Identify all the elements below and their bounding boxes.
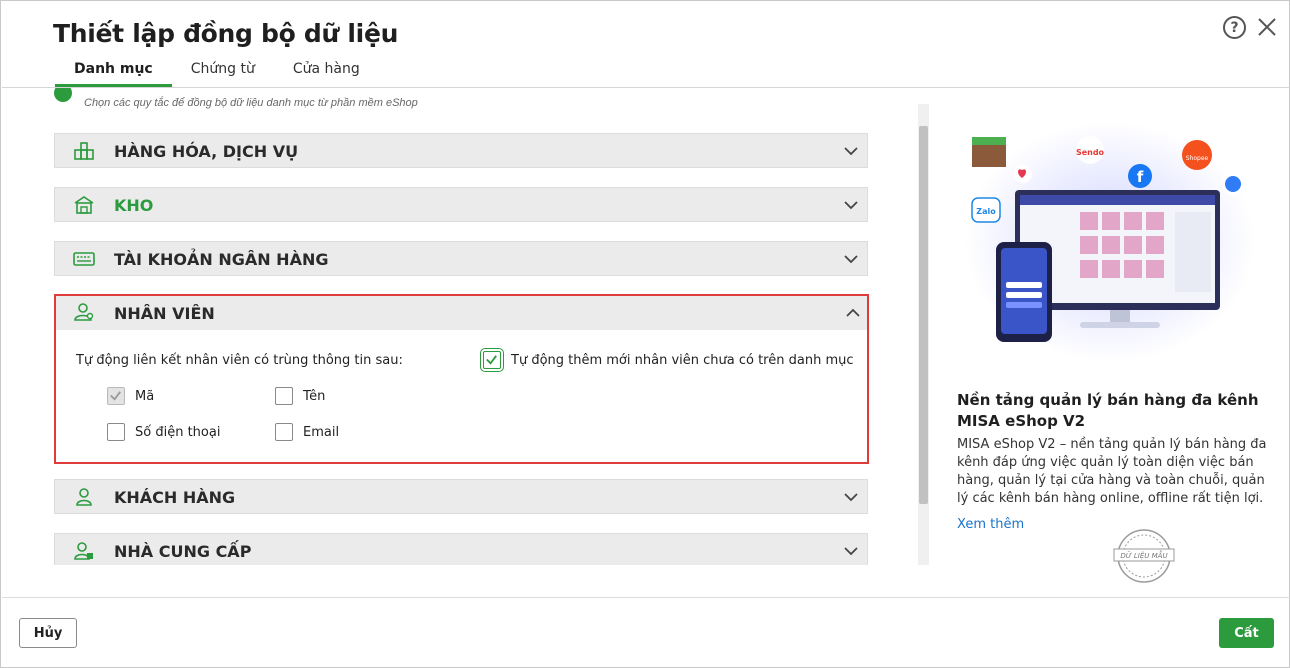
section-bank[interactable]: TÀI KHOẢN NGÂN HÀNG <box>54 241 868 276</box>
section-goods-label: HÀNG HÓA, DỊCH VỤ <box>114 142 299 161</box>
bank-card-icon <box>73 252 95 266</box>
help-icon[interactable]: ? <box>1223 16 1246 39</box>
scrollbar[interactable] <box>918 104 929 565</box>
section-bank-label: TÀI KHOẢN NGÂN HÀNG <box>114 250 329 269</box>
chevron-down-icon[interactable] <box>843 489 859 505</box>
chevron-down-icon[interactable] <box>843 143 859 159</box>
stamp-text: DỮ LIỆU MẪU <box>1120 550 1167 560</box>
footer-divider <box>2 597 1290 598</box>
customer-icon <box>76 488 92 506</box>
tab-catalog[interactable]: Danh mục <box>55 57 172 87</box>
match-phone-label: Số điện thoại <box>135 425 221 440</box>
section-employee-label: NHÂN VIÊN <box>114 304 215 323</box>
scrollbar-thumb[interactable] <box>919 126 928 504</box>
sendo-logo: Sendo <box>1076 148 1105 157</box>
match-code-label: Mã <box>135 389 155 404</box>
hint-text: Chọn các quy tắc để đồng bộ dữ liệu danh… <box>84 97 418 109</box>
read-more-link[interactable]: Xem thêm <box>957 517 1024 532</box>
section-employee-header[interactable]: NHÂN VIÊN <box>56 296 867 330</box>
section-employee: NHÂN VIÊN Tự động liên kết nhân viên có … <box>54 294 869 464</box>
facebook-logo: f <box>1137 168 1144 186</box>
auto-add-checkbox[interactable] <box>480 348 504 372</box>
match-phone-checkbox[interactable] <box>107 423 125 441</box>
match-email-checkbox[interactable] <box>275 423 293 441</box>
employee-icon <box>74 303 94 321</box>
zalo-logo: Zalo <box>976 207 996 216</box>
auto-link-label: Tự động liên kết nhân viên có trùng thôn… <box>76 353 403 368</box>
match-name-label: Tên <box>303 389 326 404</box>
promo-title: Nền tảng quản lý bán hàng đa kênh MISA e… <box>957 391 1259 430</box>
sync-settings-dialog: Thiết lập đồng bộ dữ liệu ? Danh mục Chứ… <box>0 0 1290 668</box>
match-email-label: Email <box>303 425 340 440</box>
close-icon[interactable] <box>1255 15 1279 39</box>
promo-panel: Sendo Shopee f Zalo Nền tảng quản lý bán… <box>930 104 1280 583</box>
warehouse-icon <box>74 196 94 214</box>
section-warehouse-label: KHO <box>114 196 154 215</box>
check-icon <box>110 391 121 401</box>
chevron-down-icon[interactable] <box>843 543 859 559</box>
section-warehouse[interactable]: KHO <box>54 187 868 222</box>
dialog-title: Thiết lập đồng bộ dữ liệu <box>53 19 399 48</box>
save-button[interactable]: Cất <box>1219 618 1274 648</box>
eshop-promo-illustration: Sendo Shopee f Zalo <box>965 122 1255 362</box>
info-icon <box>54 88 72 102</box>
cancel-button[interactable]: Hủy <box>19 618 77 648</box>
shopee-logo: Shopee <box>1186 155 1209 162</box>
chevron-down-icon[interactable] <box>843 197 859 213</box>
section-supplier-label: NHÀ CUNG CẤP <box>114 542 252 561</box>
section-supplier[interactable]: NHÀ CUNG CẤP <box>54 533 868 565</box>
auto-add-label: Tự động thêm mới nhân viên chưa có trên … <box>511 353 854 368</box>
match-name-checkbox[interactable] <box>275 387 293 405</box>
section-customer-label: KHÁCH HÀNG <box>114 488 236 507</box>
supplier-icon <box>74 542 93 560</box>
goods-icon <box>74 142 94 160</box>
check-icon <box>486 355 497 365</box>
sync-rules-list: Chọn các quy tắc để đồng bộ dữ liệu danh… <box>2 88 917 565</box>
section-customer[interactable]: KHÁCH HÀNG <box>54 479 868 514</box>
chevron-up-icon[interactable] <box>845 305 861 321</box>
tab-bar: Danh mục Chứng từ Cửa hàng <box>55 57 379 87</box>
section-goods[interactable]: HÀNG HÓA, DỊCH VỤ <box>54 133 868 168</box>
sample-data-stamp: DỮ LIỆU MẪU <box>1113 529 1175 583</box>
match-code-checkbox <box>107 387 125 405</box>
tab-stores[interactable]: Cửa hàng <box>274 57 379 87</box>
tab-documents[interactable]: Chứng từ <box>172 57 274 87</box>
chevron-down-icon[interactable] <box>843 251 859 267</box>
promo-description: MISA eShop V2 – nền tảng quản lý bán hàn… <box>957 437 1267 506</box>
